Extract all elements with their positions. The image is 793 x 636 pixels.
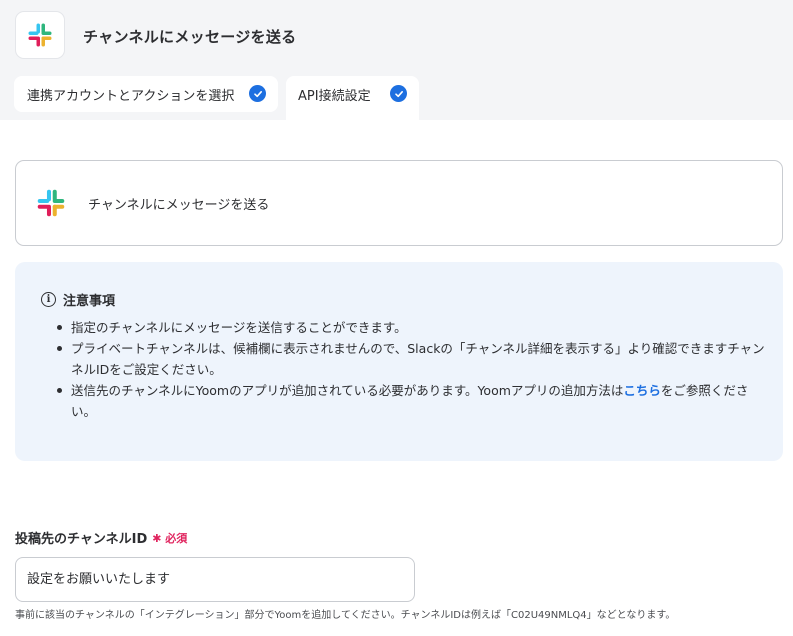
notice-title: 注意事項 — [63, 294, 116, 309]
action-card: チャンネルにメッセージを送る — [15, 160, 783, 246]
required-text: 必須 — [165, 531, 188, 545]
field-hint: 事前に該当のチャンネルの「インテグレーション」部分でYoomを追加してください。… — [15, 610, 676, 621]
tab-label: 連携アカウントとアクションを選択 — [27, 88, 235, 104]
check-circle-icon — [390, 85, 407, 102]
page-title: チャンネルにメッセージを送る — [83, 28, 297, 46]
required-badge: ✱ 必須 — [152, 531, 188, 545]
slack-logo-icon — [37, 189, 65, 217]
action-label: チャンネルにメッセージを送る — [88, 198, 270, 213]
notice-item-text: 指定のチャンネルにメッセージを送信することができます。 — [71, 320, 407, 335]
notice-item: 指定のチャンネルにメッセージを送信することができます。 — [57, 317, 771, 338]
tab-api-settings[interactable]: API接続設定 — [286, 76, 419, 120]
notice-item-text: 送信先のチャンネルにYoomのアプリが追加されている必要があります。Yoomアプ… — [71, 383, 624, 398]
tab-label: API接続設定 — [298, 88, 371, 104]
slack-logo-icon — [28, 23, 52, 47]
info-icon: i — [41, 292, 56, 307]
notice-heading: i 注意事項 — [41, 290, 115, 309]
channel-id-input[interactable] — [15, 557, 415, 602]
notice-list: 指定のチャンネルにメッセージを送信することができます。 プライベートチャンネルは… — [57, 317, 771, 422]
notice-item-text: プライベートチャンネルは、候補欄に表示されませんので、Slackの「チャンネル詳… — [71, 341, 765, 377]
notice-box: i 注意事項 指定のチャンネルにメッセージを送信することができます。 プライベー… — [15, 262, 783, 461]
field-label-text: 投稿先のチャンネルID — [15, 532, 148, 547]
notice-item: プライベートチャンネルは、候補欄に表示されませんので、Slackの「チャンネル詳… — [57, 338, 771, 380]
app-icon — [15, 11, 65, 59]
help-link[interactable]: こちら — [623, 383, 661, 398]
channel-id-label: 投稿先のチャンネルID ✱ 必須 — [15, 528, 188, 548]
tab-account-action[interactable]: 連携アカウントとアクションを選択 — [14, 76, 278, 112]
check-circle-icon — [249, 85, 266, 102]
notice-item: 送信先のチャンネルにYoomのアプリが追加されている必要があります。Yoomアプ… — [57, 380, 771, 422]
header: チャンネルにメッセージを送る 連携アカウントとアクションを選択 API接続設定 — [0, 0, 793, 120]
